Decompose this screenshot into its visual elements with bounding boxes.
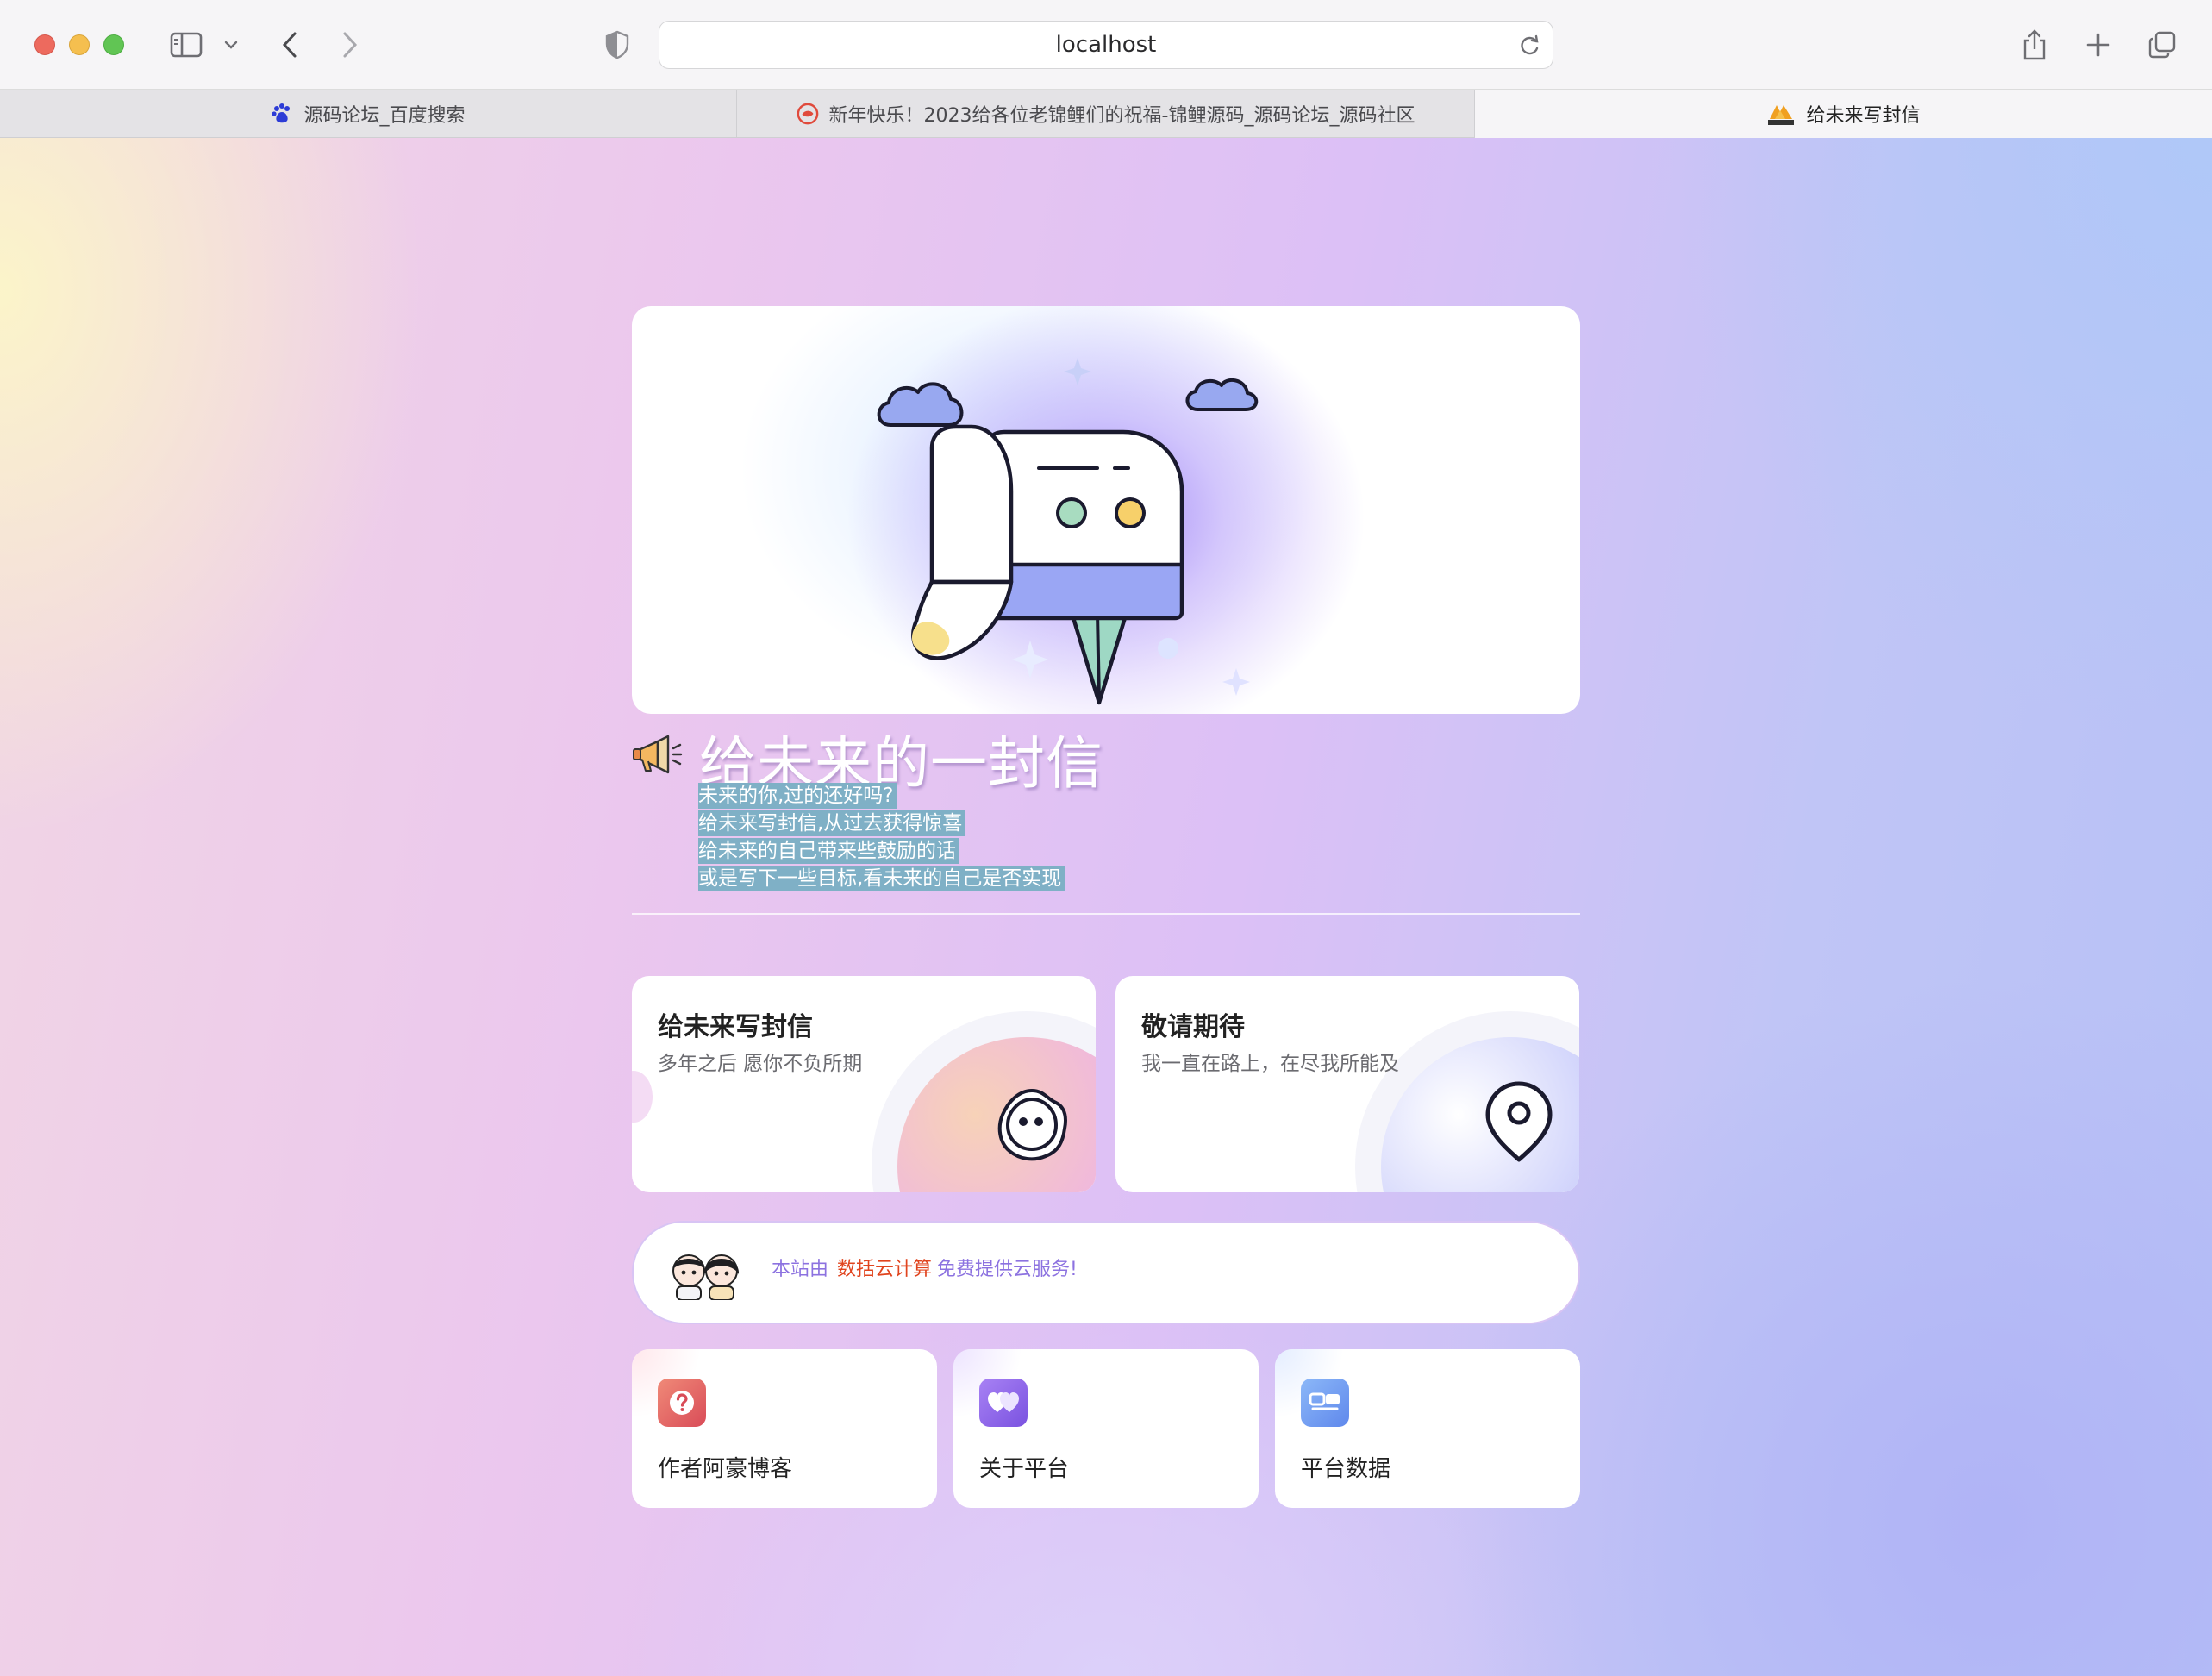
tile-label: 作者阿豪博客 xyxy=(658,1456,793,1482)
tab-title: 新年快乐！2023给各位老锦鲤们的祝福-锦鲤源码_源码论坛_源码社区 xyxy=(828,105,1415,127)
card-title: 敬请期待 xyxy=(1141,1012,1245,1042)
sponsor-suffix: 免费提供云服务! xyxy=(937,1259,1078,1280)
share-icon[interactable] xyxy=(2017,26,2052,64)
reload-icon[interactable] xyxy=(1518,34,1540,61)
sponsor-banner: 本站由 数括云计算 免费提供云服务! xyxy=(632,1221,1580,1324)
intro-text: 未来的你,过的还好吗? 给未来写封信,从过去获得惊喜 给未来的自己带来些鼓励的话… xyxy=(698,783,1065,893)
tab-overview-icon[interactable] xyxy=(2145,26,2179,64)
sponsor-prefix: 本站由 xyxy=(772,1259,829,1280)
privacy-shield-icon[interactable] xyxy=(602,26,633,64)
koi-logo-icon xyxy=(797,103,819,125)
sponsor-text: 本站由 数括云计算 免费提供云服务! xyxy=(772,1254,1078,1281)
minimize-window-button[interactable] xyxy=(69,34,90,55)
sponsor-link[interactable]: 数括云计算 xyxy=(837,1259,932,1280)
tab-write-future-letter[interactable]: 给未来写封信 xyxy=(1475,90,2212,138)
mailbox-illustration xyxy=(877,358,1259,705)
tab-title: 给未来写封信 xyxy=(1806,105,1921,127)
intro-line: 或是写下一些目标,看未来的自己是否实现 xyxy=(698,866,1065,891)
section-divider xyxy=(632,913,1580,915)
close-window-button[interactable] xyxy=(34,34,55,55)
pma-logo-icon xyxy=(1766,103,1796,125)
card-subtitle: 多年之后 愿你不负所期 xyxy=(658,1053,863,1075)
chevron-down-icon[interactable] xyxy=(221,26,241,64)
baidu-paw-icon xyxy=(271,103,293,125)
tab-bar: 源码论坛_百度搜索 新年快乐！2023给各位老锦鲤们的祝福-锦鲤源码_源码论坛_… xyxy=(0,90,2212,138)
question-icon xyxy=(658,1379,706,1427)
face-bubble-icon xyxy=(992,1085,1072,1168)
tile-author-blog[interactable]: 作者阿豪博客 xyxy=(632,1349,937,1508)
tile-platform-data[interactable]: 平台数据 xyxy=(1275,1349,1580,1508)
tile-about-platform[interactable]: 关于平台 xyxy=(953,1349,1259,1508)
tab-koi-forum[interactable]: 新年快乐！2023给各位老锦鲤们的祝福-锦鲤源码_源码论坛_源码社区 xyxy=(737,90,1475,138)
intro-line: 给未来写封信,从过去获得惊喜 xyxy=(698,810,966,836)
forward-icon[interactable] xyxy=(334,26,366,64)
zoom-window-button[interactable] xyxy=(103,34,124,55)
back-icon[interactable] xyxy=(274,26,305,64)
page-viewport: 给未来的一封信 未来的你,过的还好吗? 给未来写封信,从过去获得惊喜 给未来的自… xyxy=(0,138,2212,1676)
megaphone-icon xyxy=(632,733,684,779)
intro-line: 给未来的自己带来些鼓励的话 xyxy=(698,838,959,864)
card-title: 给未来写封信 xyxy=(658,1012,813,1042)
address-bar[interactable]: localhost xyxy=(659,21,1553,69)
intro-line: 未来的你,过的还好吗? xyxy=(698,783,897,809)
new-tab-icon[interactable] xyxy=(2081,26,2115,64)
avatar-pair-icon xyxy=(665,1245,747,1304)
hero-banner xyxy=(632,306,1580,714)
tile-label: 平台数据 xyxy=(1301,1456,1391,1482)
card-coming-soon[interactable]: 敬请期待 我一直在路上，在尽我所能及 xyxy=(1115,976,1579,1192)
card-subtitle: 我一直在路上，在尽我所能及 xyxy=(1141,1053,1399,1075)
tile-label: 关于平台 xyxy=(979,1456,1070,1482)
hearts-icon xyxy=(979,1379,1028,1427)
card-write-letter[interactable]: 给未来写封信 多年之后 愿你不负所期 xyxy=(632,976,1096,1192)
sidebar-toggle-icon[interactable] xyxy=(167,26,205,64)
location-pin-icon xyxy=(1483,1079,1555,1168)
tab-baidu-search[interactable]: 源码论坛_百度搜索 xyxy=(0,90,737,138)
address-url: localhost xyxy=(1055,32,1157,58)
data-icon xyxy=(1301,1379,1349,1427)
browser-toolbar: localhost xyxy=(0,0,2212,90)
tab-title: 源码论坛_百度搜索 xyxy=(303,105,466,127)
